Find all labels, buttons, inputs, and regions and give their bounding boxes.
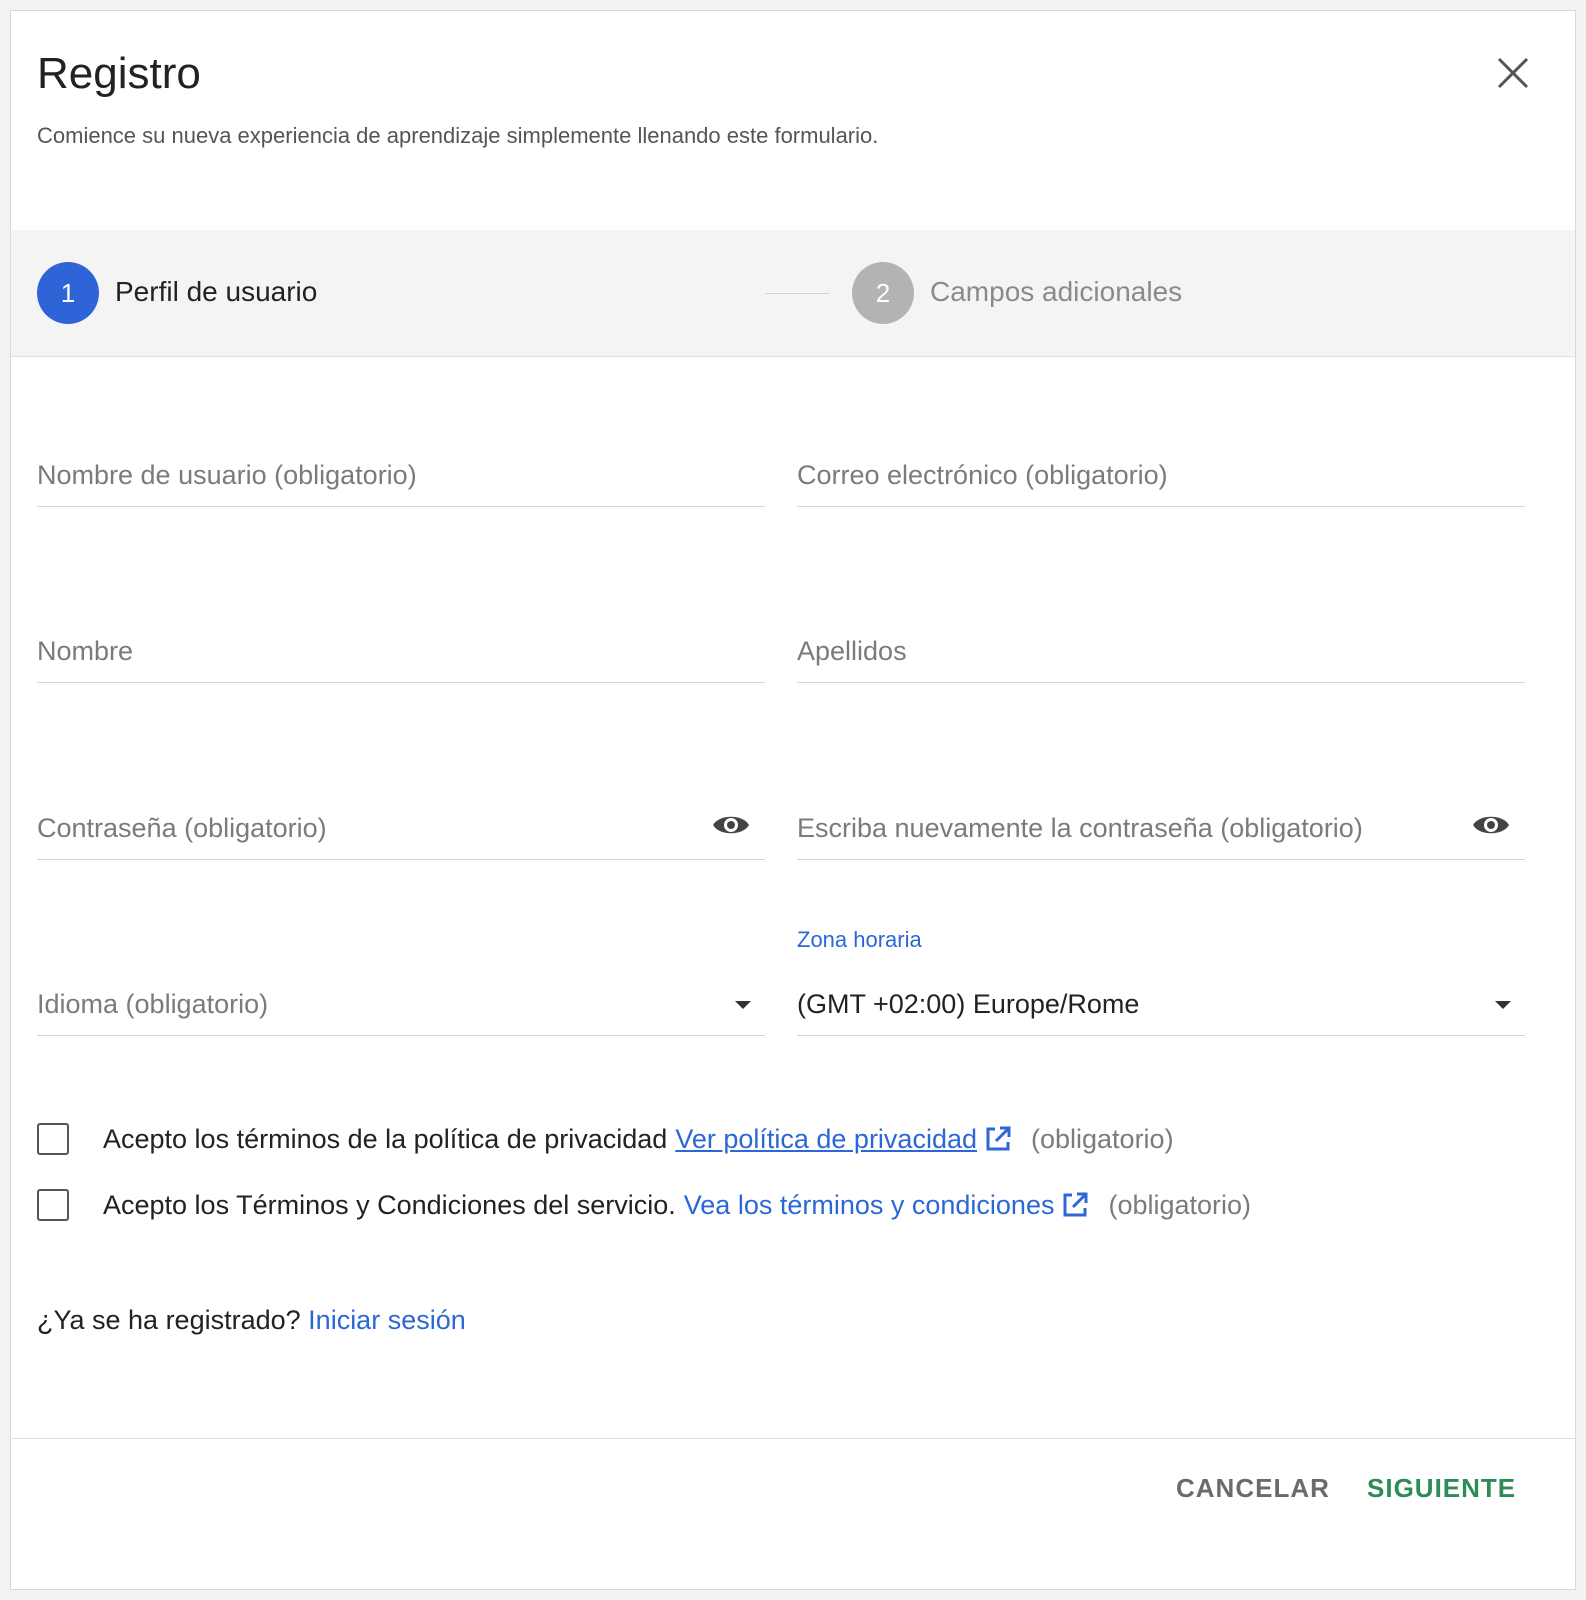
language-label: Idioma (obligatorio)	[37, 989, 269, 1019]
dialog-subtitle: Comience su nueva experiencia de aprendi…	[37, 123, 879, 148]
step-1-label: Perfil de usuario	[115, 276, 318, 307]
toggle-password-confirm-visibility-button[interactable]	[1471, 805, 1511, 845]
dialog-title: Registro	[37, 49, 201, 98]
registration-dialog: Registro Comience su nueva experiencia d…	[10, 10, 1576, 1590]
terms-consent-row: Acepto los Términos y Condiciones del se…	[37, 1185, 1251, 1225]
first-name-label: Nombre	[37, 636, 134, 666]
close-button[interactable]	[1491, 51, 1535, 95]
email-field[interactable]: Correo electrónico (obligatorio)	[797, 436, 1525, 507]
terms-checkbox[interactable]	[37, 1189, 69, 1221]
password-label: Contraseña (obligatorio)	[37, 813, 327, 843]
password-confirm-field[interactable]: Escriba nuevamente la contraseña (obliga…	[797, 789, 1525, 860]
timezone-value: (GMT +02:00) Europe/Rome	[797, 989, 1140, 1019]
caret-down-icon[interactable]	[1495, 1001, 1511, 1009]
last-name-field[interactable]: Apellidos	[797, 612, 1525, 683]
terms-consent-text: Acepto los Términos y Condiciones del se…	[103, 1189, 676, 1220]
toggle-password-visibility-button[interactable]	[711, 805, 751, 845]
language-select[interactable]: Idioma (obligatorio)	[37, 965, 765, 1036]
step-2-label: Campos adicionales	[930, 276, 1183, 307]
privacy-policy-link[interactable]: Ver política de privacidad	[675, 1124, 977, 1155]
external-link-icon[interactable]	[983, 1124, 1013, 1154]
email-label: Correo electrónico (obligatorio)	[797, 460, 1168, 490]
timezone-label: Zona horaria	[797, 927, 922, 952]
password-confirm-label: Escriba nuevamente la contraseña (obliga…	[797, 813, 1363, 843]
footer-divider	[11, 1438, 1575, 1439]
stepper: 1 Perfil de usuario 2 Campos adicionales	[11, 230, 1575, 357]
terms-link[interactable]: Vea los términos y condiciones	[684, 1190, 1055, 1221]
username-field[interactable]: Nombre de usuario (obligatorio)	[37, 436, 765, 507]
caret-down-icon[interactable]	[735, 1001, 751, 1009]
step-2-number: 2	[852, 262, 914, 324]
privacy-required-label: (obligatorio)	[1031, 1123, 1174, 1154]
close-icon	[1497, 57, 1529, 89]
step-connector	[765, 293, 829, 294]
eye-icon	[1473, 816, 1509, 834]
cancel-button[interactable]: CANCELAR	[1176, 1473, 1330, 1504]
external-link-icon[interactable]	[1060, 1190, 1090, 1220]
privacy-consent-text: Acepto los términos de la política de pr…	[103, 1123, 668, 1154]
step-1-number: 1	[37, 262, 99, 324]
password-field[interactable]: Contraseña (obligatorio)	[37, 789, 765, 860]
terms-required-label: (obligatorio)	[1108, 1189, 1252, 1220]
eye-icon	[713, 816, 749, 834]
login-row: ¿Ya se ha registrado? Iniciar sesión	[37, 1305, 466, 1336]
first-name-field[interactable]: Nombre	[37, 612, 765, 683]
last-name-label: Apellidos	[797, 636, 907, 666]
timezone-select[interactable]: Zona horaria (GMT +02:00) Europe/Rome	[797, 927, 1525, 1036]
login-link[interactable]: Iniciar sesión	[308, 1305, 466, 1335]
next-button[interactable]: SIGUIENTE	[1367, 1473, 1516, 1504]
login-prompt: ¿Ya se ha registrado?	[37, 1305, 301, 1335]
privacy-consent-row: Acepto los términos de la política de pr…	[37, 1119, 1174, 1159]
username-label: Nombre de usuario (obligatorio)	[37, 460, 417, 490]
privacy-checkbox[interactable]	[37, 1123, 69, 1155]
